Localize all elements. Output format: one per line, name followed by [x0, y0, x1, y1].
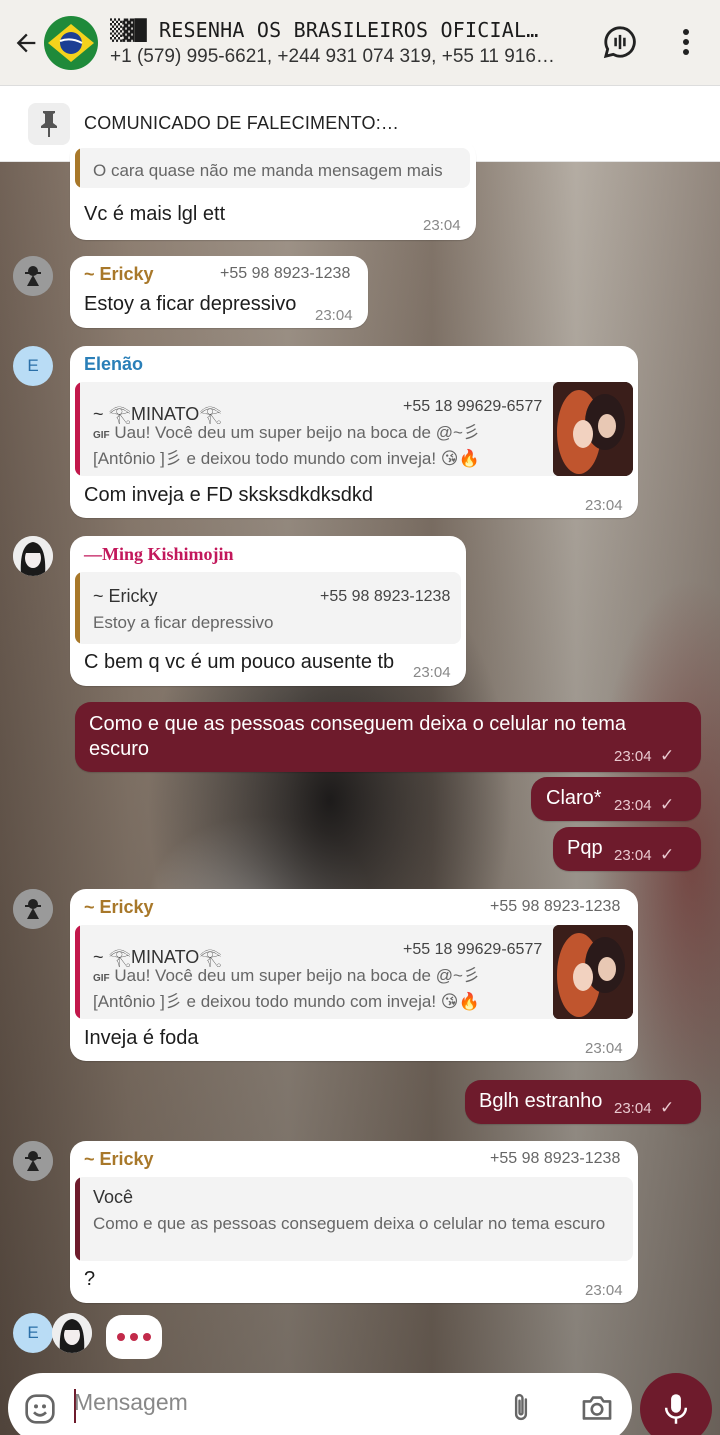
quote-phone: +55 18 99629-6577 [403, 941, 543, 958]
sender-avatar[interactable] [13, 256, 53, 296]
group-call-icon[interactable] [600, 22, 640, 62]
sender-name[interactable]: ~ Ericky [84, 1149, 154, 1170]
sender-avatar[interactable] [13, 889, 53, 929]
group-info[interactable]: ▒▓█ RESENHA OS BRASILEIROS OFICIAL… +1 (… [110, 18, 580, 68]
sender-name[interactable]: —Ming Kishimojin [84, 544, 234, 565]
message-time: 23:04 [614, 797, 652, 814]
message-bubble[interactable]: Elenão ~ 𓂀MINATO𓂀 +55 18 99629-6577 GIF … [70, 346, 638, 518]
read-check-icon: ✓ [660, 845, 675, 864]
group-avatar[interactable] [44, 15, 98, 70]
read-check-icon: ✓ [660, 746, 675, 765]
message-text: Como e que as pessoas conseguem deixa o … [89, 713, 626, 760]
typing-avatar: E [13, 1313, 53, 1353]
gif-thumbnail[interactable] [553, 925, 633, 1019]
sender-avatar[interactable] [13, 536, 53, 576]
outgoing-message-bubble[interactable]: Como e que as pessoas conseguem deixa o … [75, 702, 701, 772]
quote-text: Estoy a ficar depressivo [93, 613, 274, 632]
message-time: 23:04 [413, 664, 451, 681]
message-text: Bglh estranho [479, 1090, 603, 1112]
typing-dot [143, 1333, 151, 1341]
emoji-icon[interactable] [24, 1393, 56, 1430]
message-time: 23:04 [585, 1040, 623, 1057]
pinned-text: COMUNICADO DE FALECIMENTO:… [84, 113, 400, 133]
message-time: 23:04 [585, 497, 623, 514]
quote-sender: Você [93, 1187, 134, 1207]
gif-label: GIF [93, 973, 110, 984]
read-check-icon: ✓ [660, 795, 675, 814]
avatar-letter: E [27, 1323, 39, 1342]
camera-icon[interactable] [580, 1393, 614, 1428]
read-check-icon: ✓ [660, 1098, 675, 1117]
sender-name[interactable]: ~ Ericky [84, 264, 154, 285]
quote-text: O cara quase não me manda mensagem mais [93, 161, 443, 180]
sender-name[interactable]: Elenão [84, 354, 143, 375]
message-text: Pqp [567, 837, 603, 859]
sender-name[interactable]: ~ Ericky [84, 897, 154, 918]
pin-icon [28, 102, 70, 145]
message-time: 23:04 [614, 748, 652, 765]
quoted-message[interactable]: O cara quase não me manda mensagem mais [75, 148, 470, 188]
quoted-message[interactable]: Você Como e que as pessoas conseguem dei… [75, 1177, 633, 1261]
typing-dot [117, 1333, 125, 1341]
message-bubble[interactable]: O cara quase não me manda mensagem mais … [70, 140, 476, 240]
quote-line1: Uau! Você deu um super beijo na boca de … [114, 966, 480, 985]
sender-phone: +55 98 8923-1238 [220, 265, 351, 282]
avatar-letter: E [27, 356, 39, 375]
outgoing-message-bubble[interactable]: Claro* 23:04 ✓ [531, 777, 701, 821]
message-text: Com inveja e FD sksksdkdksdkd [84, 484, 373, 506]
gif-thumbnail[interactable] [553, 382, 633, 476]
message-time: 23:04 [614, 1100, 652, 1117]
message-bubble[interactable]: —Ming Kishimojin ~ Ericky +55 98 8923-12… [70, 536, 466, 686]
quote-text-line2: [Antônio ]彡 e deixou todo mundo com inve… [93, 992, 480, 1011]
message-bubble[interactable]: ~ Ericky +55 98 8923-1238 Você Como e qu… [70, 1141, 638, 1303]
message-text: Inveja é foda [84, 1027, 199, 1049]
message-time: 23:04 [423, 217, 461, 234]
message-bubble[interactable]: ~ Ericky +55 98 8923-1238 Estoy a ficar … [70, 256, 368, 328]
outgoing-message-bubble[interactable]: Bglh estranho 23:04 ✓ [465, 1080, 701, 1124]
sender-phone: +55 98 8923-1238 [490, 1150, 621, 1167]
quoted-message[interactable]: ~ 𓂀MINATO𓂀 +55 18 99629-6577 GIF Uau! Vo… [75, 382, 633, 476]
message-time: 23:04 [585, 1282, 623, 1299]
more-vert-icon[interactable] [666, 22, 706, 62]
group-title: ▒▓█ RESENHA OS BRASILEIROS OFICIAL… [110, 17, 539, 42]
back-arrow-icon[interactable] [2, 19, 50, 67]
chat-header: ▒▓█ RESENHA OS BRASILEIROS OFICIAL… +1 (… [0, 0, 720, 86]
microphone-icon[interactable] [640, 1373, 712, 1435]
quote-text-line1: GIF Uau! Você deu um super beijo na boca… [93, 965, 480, 990]
message-text: Estoy a ficar depressivo [84, 293, 297, 315]
quote-line1: Uau! Você deu um super beijo na boca de … [114, 423, 480, 442]
quote-text-line2: [Antônio ]彡 e deixou todo mundo com inve… [93, 449, 480, 468]
quote-text: Como e que as pessoas conseguem deixa o … [93, 1214, 606, 1233]
quote-text-line1: GIF Uau! Você deu um super beijo na boca… [93, 422, 480, 447]
outgoing-message-bubble[interactable]: Pqp 23:04 ✓ [553, 827, 701, 871]
quote-sender: ~ Ericky [93, 586, 158, 606]
message-bubble[interactable]: ~ Ericky +55 98 8923-1238 ~ 𓂀MINATO𓂀 +55… [70, 889, 638, 1061]
typing-indicator [106, 1315, 162, 1359]
message-time: 23:04 [614, 847, 652, 864]
paperclip-icon[interactable] [506, 1391, 536, 1430]
message-text: Claro* [546, 787, 602, 809]
quoted-message[interactable]: ~ 𓂀MINATO𓂀 +55 18 99629-6577 GIF Uau! Vo… [75, 925, 633, 1019]
sender-avatar[interactable] [13, 1141, 53, 1181]
message-composer[interactable]: Mensagem [8, 1373, 632, 1435]
typing-avatar [52, 1313, 92, 1353]
typing-dot [130, 1333, 138, 1341]
message-text: C bem q vc é um pouco ausente tb [84, 651, 395, 673]
quote-phone: +55 98 8923-1238 [320, 588, 451, 605]
message-text: Vc é mais lgl ett [84, 203, 226, 225]
sender-phone: +55 98 8923-1238 [490, 898, 621, 915]
quote-phone: +55 18 99629-6577 [403, 398, 543, 415]
message-time: 23:04 [315, 307, 353, 324]
group-members: +1 (579) 995-6621, +244 931 074 319, +55… [110, 45, 555, 67]
message-text: ? [84, 1268, 96, 1290]
sender-avatar[interactable]: E [13, 346, 53, 386]
quoted-message[interactable]: ~ Ericky +55 98 8923-1238 Estoy a ficar … [75, 572, 461, 644]
message-input[interactable]: Mensagem [74, 1389, 188, 1416]
gif-label: GIF [93, 430, 110, 441]
